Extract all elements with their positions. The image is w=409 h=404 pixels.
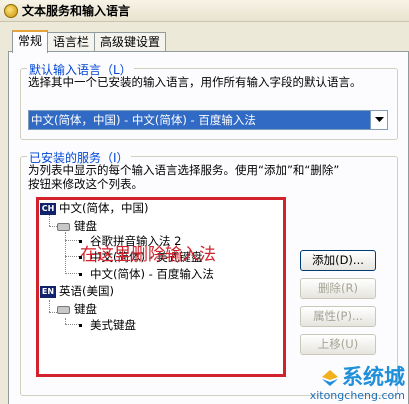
tree-item-us-keyboard-en[interactable]: 美式键盘	[79, 318, 136, 332]
group-label: 键盘	[74, 302, 97, 316]
tree-connector	[49, 312, 57, 313]
language-badge-icon: EN	[40, 285, 56, 298]
watermark-url: xitongcheng.com	[309, 389, 405, 402]
language-label: 中文(简体，中国)	[59, 201, 149, 215]
watermark: 系统城 xitongcheng.com	[310, 361, 405, 402]
keyboard-icon	[57, 305, 70, 314]
tab-language-bar[interactable]: 语言栏	[47, 32, 96, 52]
tree-connector	[49, 300, 50, 312]
tab-general[interactable]: 常规	[12, 30, 49, 53]
tab-strip: 常规 语言栏 高级键设置	[12, 30, 167, 53]
tree-language-english[interactable]: EN 英语(美国)	[40, 284, 114, 298]
window-title: 文本服务和输入语言	[22, 4, 131, 18]
move-up-button[interactable]: 上移(U)	[300, 334, 376, 355]
bullet-icon	[79, 273, 82, 276]
dropdown-arrow-button[interactable]	[370, 111, 387, 129]
watermark-logo-text: 系统城	[342, 365, 405, 389]
tree-item-baidu-input[interactable]: 中文(简体) - 百度输入法	[79, 267, 214, 281]
language-label: 英语(美国)	[59, 284, 114, 298]
item-label: 美式键盘	[90, 318, 136, 332]
bullet-icon	[79, 324, 82, 327]
tree-group-keyboard[interactable]: 键盘	[57, 219, 97, 233]
watermark-logo: 系统城	[310, 361, 405, 391]
title-bar: 文本服务和输入语言	[0, 0, 409, 22]
properties-button[interactable]: 属性(P)...	[300, 306, 376, 327]
tree-connector	[65, 273, 79, 274]
tree-connector	[49, 226, 57, 227]
app-icon	[4, 3, 18, 18]
dropdown-selected-value: 中文(简体，中国) - 中文(简体) - 百度输入法	[31, 113, 256, 127]
tree-connector	[65, 324, 79, 325]
default-language-dropdown[interactable]: 中文(简体，中国) - 中文(简体) - 百度输入法	[28, 110, 388, 130]
tree-connector	[49, 214, 50, 226]
installed-services-tree[interactable]: CH 中文(简体，中国) 键盘 谷歌拼音输入法 2 中文(简体) - 美式键盘 中…	[36, 197, 286, 377]
group-label: 键盘	[74, 219, 97, 233]
add-button[interactable]: 添加(D)...	[300, 250, 376, 271]
item-label: 中文(简体) - 百度输入法	[90, 267, 214, 281]
tree-language-chinese[interactable]: CH 中文(简体，中国)	[40, 201, 148, 215]
tab-advanced-key-settings[interactable]: 高级键设置	[94, 32, 167, 52]
red-annotation: 在这里删除输入法	[80, 245, 216, 265]
tree-group-keyboard[interactable]: 键盘	[57, 302, 97, 316]
tree-connector	[65, 256, 79, 257]
installed-services-description-line1: 为列表中显示的每个输入语言选择服务。使用“添加”和“删除”	[28, 163, 340, 177]
language-badge-icon: CH	[40, 202, 56, 215]
chevron-down-icon	[374, 117, 384, 122]
default-language-description: 选择其中一个已安装的输入语言，用作所有输入字段的默认语言。	[28, 75, 362, 89]
tree-connector	[65, 232, 66, 274]
installed-services-description-line2: 按钮来修改这个列表。	[28, 177, 143, 191]
remove-button[interactable]: 删除(R)	[300, 278, 376, 299]
tree-connector	[65, 240, 79, 241]
keyboard-icon	[57, 222, 70, 231]
watermark-logo-icon	[322, 370, 338, 386]
